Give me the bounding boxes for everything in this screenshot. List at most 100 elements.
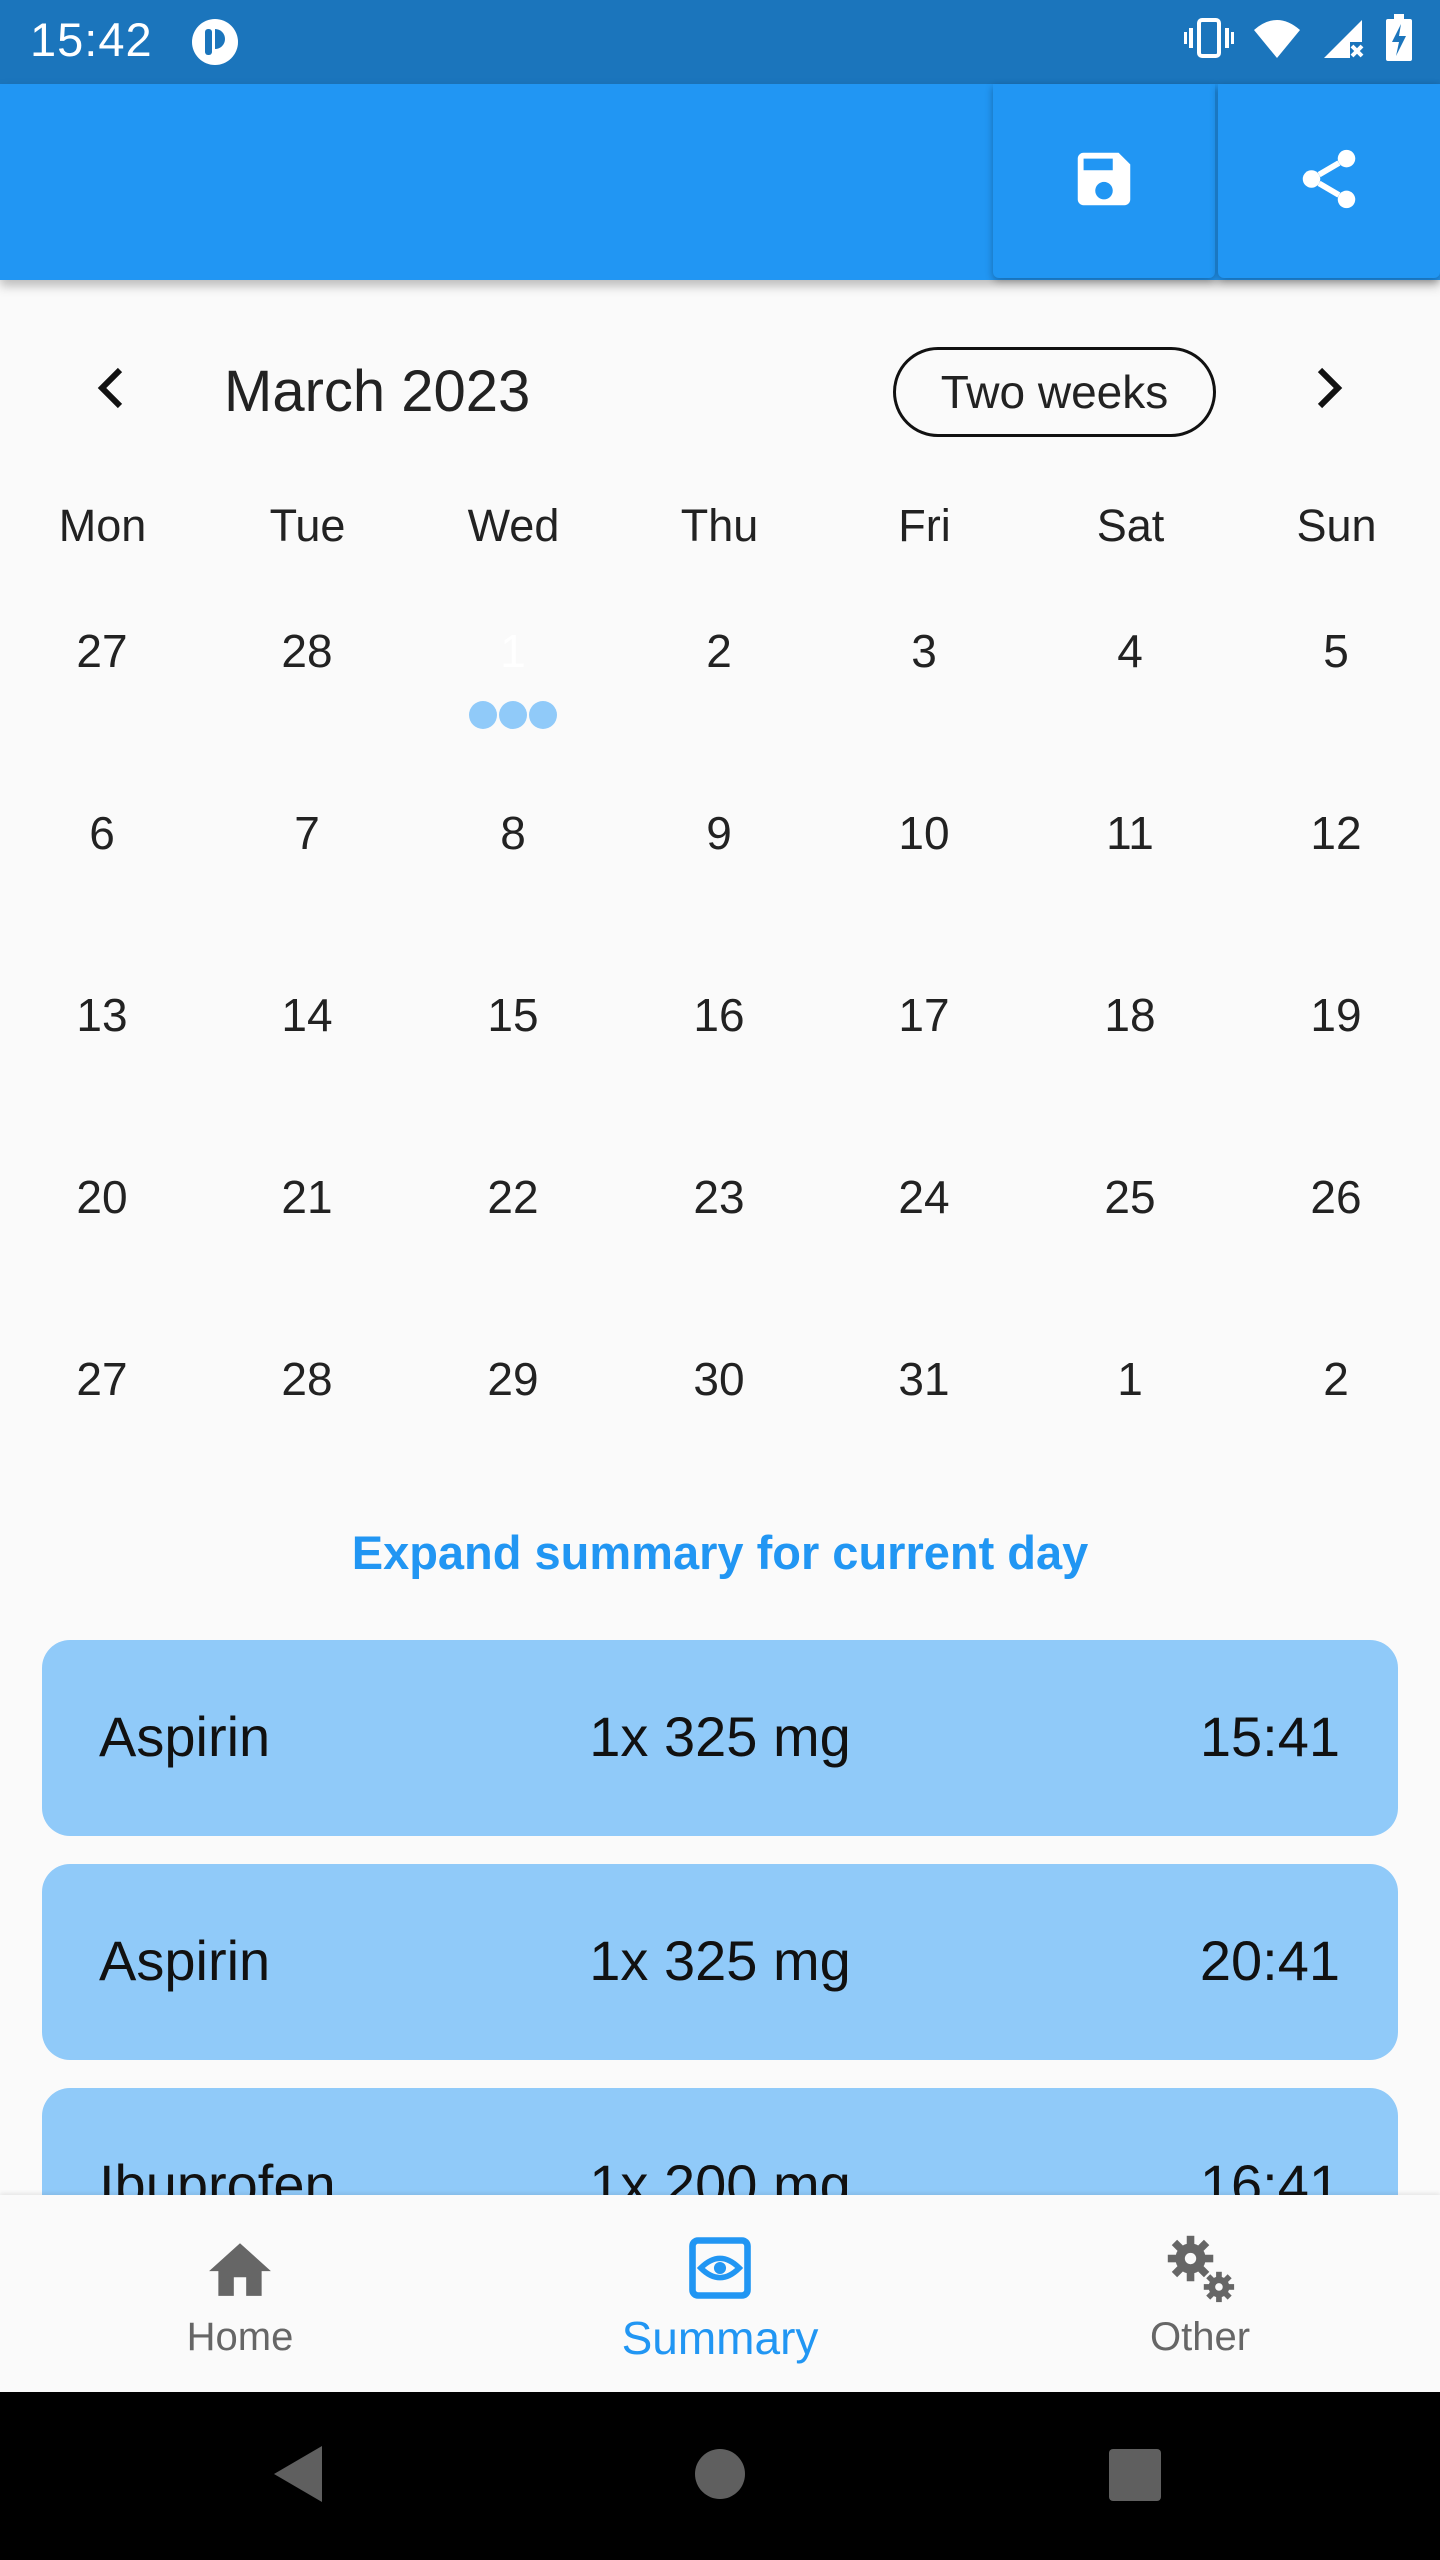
calendar-day[interactable]: 21 (237, 1127, 377, 1267)
home-circle-icon[interactable] (694, 2448, 746, 2505)
calendar-day[interactable]: 1 (1060, 1309, 1200, 1449)
calendar-day[interactable]: 26 (1266, 1127, 1406, 1267)
calendar-day[interactable]: 7 (237, 763, 377, 903)
dose-amount: 1x 200 mg (589, 2153, 851, 2195)
calendar-day[interactable]: 23 (649, 1127, 789, 1267)
calendar-day[interactable]: 19 (1266, 945, 1406, 1085)
eye-icon (687, 2233, 753, 2303)
calendar-day[interactable]: 11 (1060, 763, 1200, 903)
nav-item-summary[interactable]: Summary (480, 2195, 960, 2392)
status-bar: 15:42 (0, 0, 1440, 84)
calendar-day[interactable]: 31 (854, 1309, 994, 1449)
dose-time: 20:41 (1199, 1929, 1340, 1992)
calendar-day[interactable]: 2 (649, 581, 789, 721)
system-navigation-bar (0, 2392, 1440, 2560)
calendar-day[interactable]: 14 (237, 945, 377, 1085)
calendar-day[interactable]: 10 (854, 763, 994, 903)
calendar-day-number: 24 (898, 1171, 950, 1223)
nav-item-other[interactable]: Other (960, 2195, 1440, 2392)
calendar-day[interactable]: 25 (1060, 1127, 1200, 1267)
calendar-day-number: 6 (89, 807, 115, 859)
calendar-day-number: 25 (1104, 1171, 1156, 1223)
previous-month-button[interactable] (82, 360, 142, 420)
weekday-header-row: Mon Tue Wed Thu Fri Sat Sun (0, 500, 1440, 570)
calendar-day-number: 4 (1117, 625, 1143, 677)
calendar-day-number: 20 (76, 1171, 128, 1223)
calendar-day[interactable]: 22 (443, 1127, 583, 1267)
calendar-day-number: 1 (1117, 1353, 1143, 1405)
calendar-day-number: 31 (898, 1353, 950, 1405)
calendar-day[interactable]: 17 (854, 945, 994, 1085)
calendar-day-number: 30 (693, 1353, 745, 1405)
calendar-day[interactable]: 9 (649, 763, 789, 903)
month-title: March 2023 (224, 359, 531, 424)
calendar-day[interactable]: 8 (443, 763, 583, 903)
calendar-day-number: 15 (487, 989, 539, 1041)
calendar-day[interactable]: 28 (237, 1309, 377, 1449)
share-button[interactable] (1218, 84, 1440, 278)
calendar-day[interactable]: 2 (1266, 1309, 1406, 1449)
nav-label: Other (1149, 2315, 1251, 2359)
calendar-day-number: 29 (487, 1353, 539, 1405)
event-marker (469, 701, 497, 729)
calendar-day[interactable]: 3 (854, 581, 994, 721)
calendar-day-number: 10 (898, 807, 950, 859)
gears-icon (1162, 2233, 1238, 2303)
calendar-day[interactable]: 18 (1060, 945, 1200, 1085)
expand-summary-link[interactable]: Expand summary for current day (0, 1525, 1440, 1580)
calendar-day-number: 18 (1104, 989, 1156, 1041)
dose-time: 15:41 (1199, 1705, 1340, 1768)
calendar-day-number: 13 (76, 989, 128, 1041)
calendar-day[interactable]: 28 (237, 581, 377, 721)
calendar-day[interactable]: 30 (649, 1309, 789, 1449)
calendar-day[interactable]: 27 (32, 581, 172, 721)
calendar-day[interactable]: 24 (854, 1127, 994, 1267)
calendar-day-number: 21 (281, 1171, 333, 1223)
back-icon[interactable] (270, 2442, 326, 2511)
app-bar (0, 84, 1440, 280)
calendar-day-number: 28 (281, 625, 333, 677)
nav-item-home[interactable]: Home (0, 2195, 480, 2392)
calendar-day-number: 12 (1310, 807, 1362, 859)
home-icon (202, 2233, 278, 2303)
dose-card[interactable]: Aspirin 1x 325 mg 15:41 (42, 1640, 1398, 1836)
calendar-day-number: 16 (693, 989, 745, 1041)
cellular-signal-icon (1320, 16, 1366, 65)
dose-card[interactable]: Ibuprofen 1x 200 mg 16:41 (42, 2088, 1398, 2195)
recents-icon[interactable] (1108, 2448, 1162, 2507)
dose-amount: 1x 325 mg (589, 1705, 851, 1768)
calendar-day[interactable]: 13 (32, 945, 172, 1085)
calendar-header: March 2023 Two weeks (0, 330, 1440, 450)
calendar-day-number: 3 (911, 625, 937, 677)
battery-charging-icon (1384, 14, 1414, 67)
calendar-day[interactable]: 15 (443, 945, 583, 1085)
calendar-day-number: 14 (281, 989, 333, 1041)
calendar-day[interactable]: 6 (32, 763, 172, 903)
next-month-button[interactable] (1298, 360, 1358, 420)
weekday-label: Wed (467, 500, 560, 551)
event-marker (529, 701, 557, 729)
calendar-day-number: 27 (76, 1353, 128, 1405)
calendar-day-number: 23 (693, 1171, 745, 1223)
weekday-label: Sun (1296, 500, 1377, 551)
calendar-day-number: 2 (1323, 1353, 1349, 1405)
calendar-day-number: 26 (1310, 1171, 1362, 1223)
calendar-day[interactable]: 27 (32, 1309, 172, 1449)
calendar-day[interactable]: 5 (1266, 581, 1406, 721)
save-button[interactable] (993, 84, 1215, 278)
calendar-day[interactable]: 20 (32, 1127, 172, 1267)
calendar-day-number: 1 (500, 625, 526, 677)
calendar-day[interactable]: 4 (1060, 581, 1200, 721)
calendar-day[interactable]: 29 (443, 1309, 583, 1449)
dose-card[interactable]: Aspirin 1x 325 mg 20:41 (42, 1864, 1398, 2060)
calendar-format-button[interactable]: Two weeks (893, 347, 1216, 437)
calendar-day[interactable]: 12 (1266, 763, 1406, 903)
weekday-label: Fri (898, 500, 951, 551)
calendar-day[interactable]: 16 (649, 945, 789, 1085)
calendar-day-number: 9 (706, 807, 732, 859)
vibrate-icon (1184, 16, 1234, 65)
dose-time: 16:41 (1199, 2153, 1340, 2195)
status-time: 15:42 (30, 13, 153, 66)
calendar-day-selected[interactable]: 1 (443, 581, 583, 729)
calendar-day-number: 8 (500, 807, 526, 859)
